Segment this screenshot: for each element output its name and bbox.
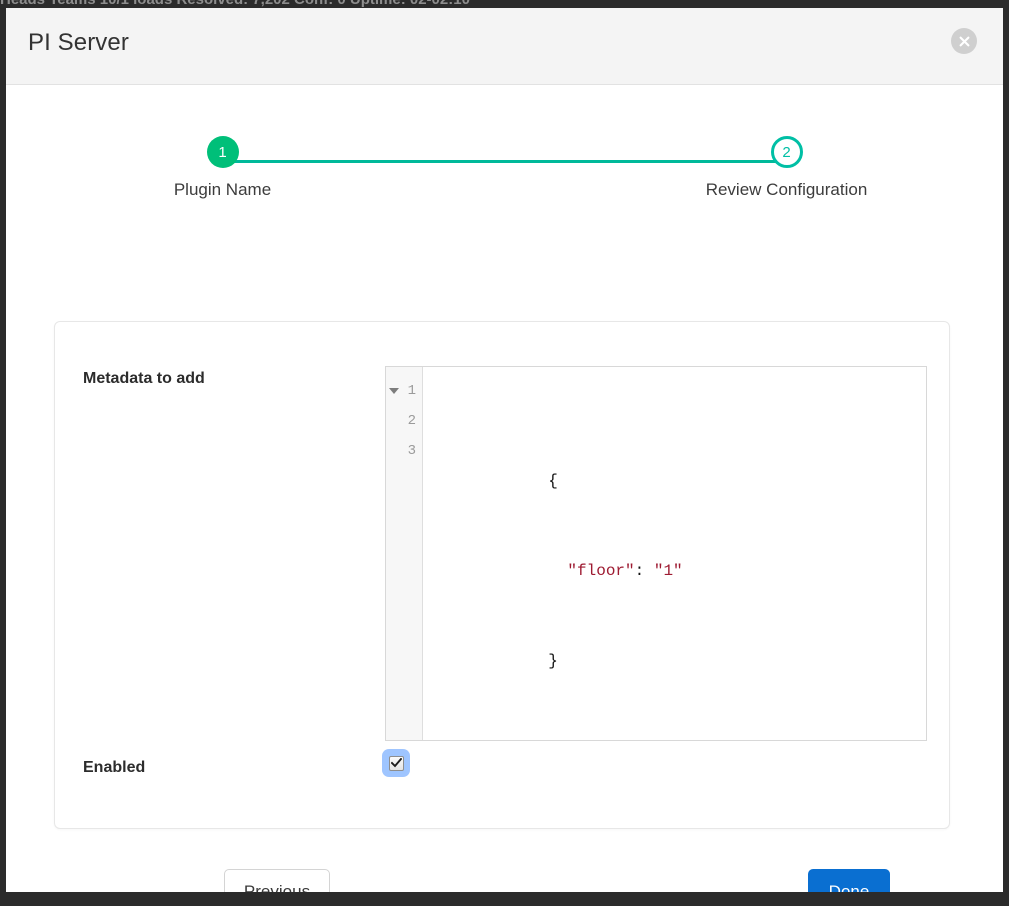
stepper-step-review-configuration[interactable]: 2 Review Configuration	[687, 136, 887, 200]
metadata-field-label: Metadata to add	[83, 370, 205, 388]
done-button[interactable]: Done	[808, 869, 890, 892]
code-token-brace-close: }	[548, 652, 558, 670]
previous-button[interactable]: Previous	[224, 869, 330, 892]
background-status-bar: Heads Teams 10/1 loads Resolved: 7,202 C…	[0, 0, 1009, 8]
metadata-json-editor[interactable]: 1 2 3 { "floor": "1"	[385, 366, 927, 741]
step-2-circle: 2	[771, 136, 803, 168]
editor-code-area[interactable]: { "floor": "1" }	[423, 367, 926, 740]
step-2-label: Review Configuration	[687, 180, 887, 200]
code-token-brace-open: {	[548, 472, 558, 490]
step-1-label: Plugin Name	[123, 180, 323, 200]
background-status-text: Heads Teams 10/1 loads Resolved: 7,202 C…	[0, 0, 470, 8]
editor-line-number-gutter: 1 2 3	[386, 367, 423, 740]
stepper-step-plugin-name[interactable]: 1 Plugin Name	[123, 136, 323, 200]
dialog-header: PI Server	[6, 8, 1003, 85]
editor-gutter-row: 1	[386, 376, 422, 406]
close-glyph	[958, 35, 971, 48]
dialog-title: PI Server	[28, 29, 129, 57]
line-number: 3	[408, 443, 416, 459]
code-line: "floor": "1"	[433, 526, 926, 556]
code-token-value: "1"	[654, 562, 683, 580]
line-number: 1	[408, 383, 416, 399]
configuration-card: Metadata to add 1 2 3 {	[54, 321, 950, 829]
enabled-checkbox-box	[389, 756, 404, 771]
wizard-stepper: 1 Plugin Name 2 Review Configuration	[155, 85, 855, 195]
enabled-checkbox[interactable]	[385, 752, 407, 774]
step-2-number: 2	[782, 144, 790, 161]
enabled-field-label: Enabled	[83, 759, 145, 777]
editor-gutter-row: 2	[386, 406, 422, 436]
checkmark-icon	[391, 758, 402, 768]
line-number: 2	[408, 413, 416, 429]
pi-server-dialog: PI Server 1 Plugin Name 2 Review Configu…	[6, 8, 1003, 892]
code-indent	[548, 562, 567, 580]
step-1-circle: 1	[207, 136, 239, 168]
code-line: }	[433, 616, 926, 646]
code-token-colon: :	[635, 562, 654, 580]
dialog-body: 1 Plugin Name 2 Review Configuration Met…	[6, 85, 1003, 891]
code-token-key: "floor"	[567, 562, 634, 580]
chevron-down-fold-icon[interactable]	[389, 388, 399, 394]
close-icon[interactable]	[951, 28, 977, 54]
dialog-footer: Previous Done	[54, 869, 950, 892]
code-line: {	[433, 436, 926, 466]
step-1-number: 1	[218, 144, 226, 161]
editor-gutter-row: 3	[386, 436, 422, 466]
